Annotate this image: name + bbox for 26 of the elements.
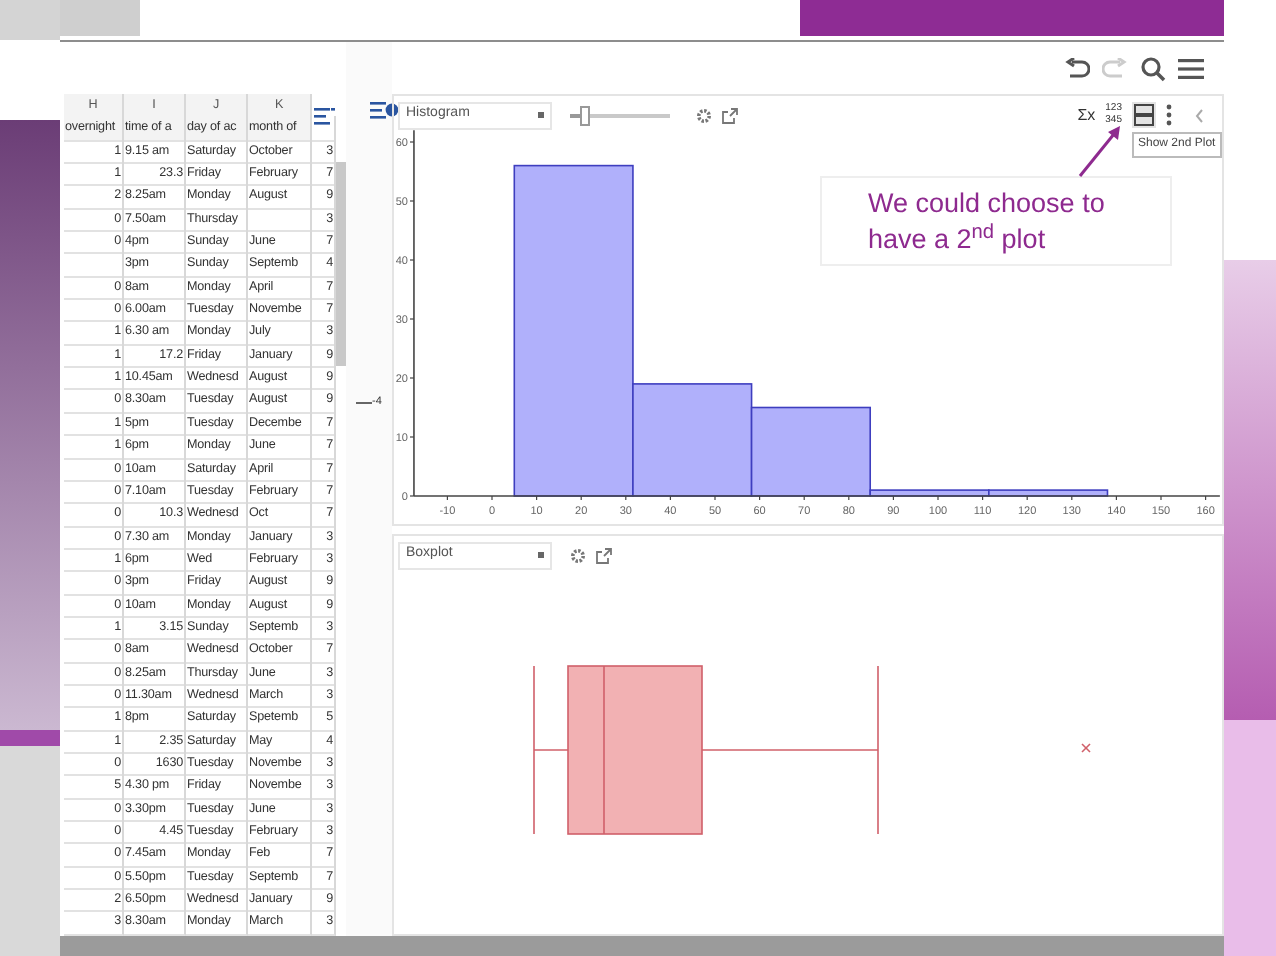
external-link-icon[interactable] bbox=[596, 547, 612, 563]
callout-text: We could choose to have a 2$^{nd}$ plot bbox=[868, 186, 1107, 258]
two-plots-icon[interactable] bbox=[1132, 102, 1156, 128]
graph-icon[interactable] bbox=[367, 98, 399, 122]
empty-cell bbox=[248, 207, 312, 233]
search-icon[interactable] bbox=[1140, 55, 1166, 81]
scrollbar-thumb[interactable] bbox=[336, 162, 346, 367]
empty-cell bbox=[312, 116, 336, 142]
slider-thumb[interactable] bbox=[580, 105, 590, 125]
pointer-arrow bbox=[1078, 126, 1120, 177]
slide-decoration bbox=[60, 0, 140, 36]
caret-icon bbox=[538, 552, 544, 558]
caret-icon bbox=[538, 112, 544, 118]
sort-icon[interactable] bbox=[312, 106, 336, 129]
slide-decoration bbox=[0, 0, 60, 40]
menu-icon[interactable] bbox=[1178, 57, 1204, 79]
outlier-mark bbox=[1081, 743, 1091, 753]
external-link-icon[interactable] bbox=[722, 107, 738, 123]
more-icon[interactable] bbox=[1166, 104, 1172, 126]
settings-icon[interactable] bbox=[696, 107, 712, 123]
settings-icon[interactable] bbox=[570, 547, 586, 563]
chevron-icon[interactable] bbox=[1194, 107, 1206, 123]
sum-button[interactable]: Σx bbox=[1077, 103, 1096, 127]
undo-icon[interactable] bbox=[1064, 57, 1090, 79]
empty-cell bbox=[64, 252, 124, 278]
axis-stub bbox=[356, 397, 373, 408]
